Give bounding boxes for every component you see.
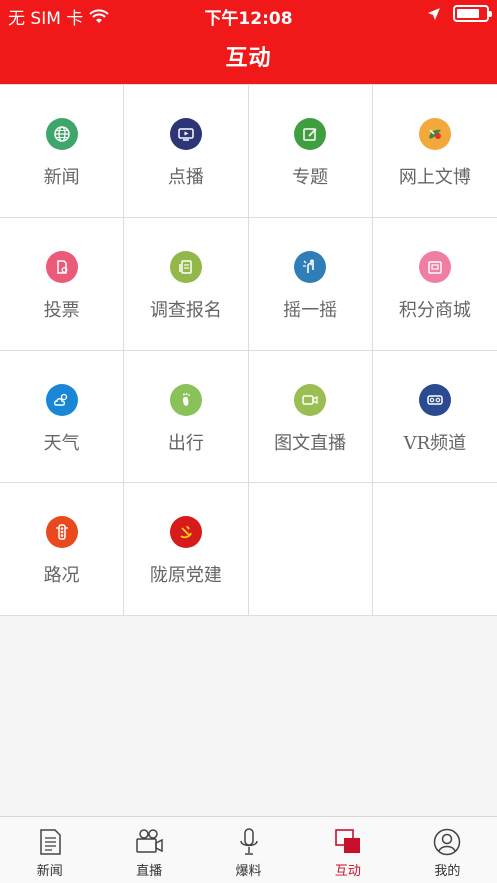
- grid-item-label: 路况: [43, 565, 80, 587]
- grid-item-label: VR频道: [403, 432, 467, 454]
- grid-empty-cell: [372, 483, 497, 616]
- grid-item-news[interactable]: 新闻: [0, 85, 125, 218]
- status-right: [427, 5, 492, 22]
- grid-item-traffic[interactable]: 路况: [0, 483, 125, 616]
- battery-icon: [453, 5, 492, 22]
- tab-interaction[interactable]: 互动: [298, 817, 397, 883]
- grid-item-photo-live[interactable]: 图文直播: [248, 350, 373, 484]
- artifact-icon: [418, 118, 451, 150]
- grid-item-online-museum[interactable]: 网上文博: [372, 85, 497, 218]
- grid-item-label: 新闻: [43, 167, 80, 188]
- grid-item-label: 图文直播: [274, 432, 347, 454]
- tab-label: 新闻: [36, 864, 63, 879]
- edit-icon: [294, 118, 327, 150]
- grid-item-party-building[interactable]: 陇原党建: [124, 483, 249, 616]
- grid-item-label: 专题: [292, 167, 329, 188]
- grid-item-points-mall[interactable]: 积分商城: [372, 218, 497, 351]
- grid-item-label: 天气: [43, 432, 80, 454]
- grid-item-label: 网上文博: [398, 167, 471, 188]
- profile-icon: [434, 828, 461, 856]
- shake-icon: [294, 250, 327, 283]
- weather-icon: [45, 383, 78, 416]
- feature-grid: 新闻 点播 专题 网上文博 投票 调查报名 摇一摇 积分商城 天气 出行 图文直…: [0, 84, 497, 616]
- grid-item-topics[interactable]: 专题: [248, 85, 373, 218]
- vr-headset-icon: [418, 383, 451, 416]
- tab-live[interactable]: 直播: [99, 817, 198, 883]
- status-time: 下午12:08: [204, 9, 293, 29]
- tab-bar: 新闻 直播 爆料 互动 我的: [0, 816, 497, 883]
- grid-item-label: 投票: [43, 299, 80, 321]
- mall-icon: [418, 250, 451, 283]
- nav-bar: 互动: [0, 28, 497, 84]
- tab-label: 直播: [136, 864, 163, 879]
- footprint-icon: [169, 383, 202, 416]
- tab-label: 互动: [334, 864, 361, 879]
- tab-report[interactable]: 爆料: [199, 817, 298, 883]
- page-title: 互动: [225, 46, 272, 71]
- grid-item-label: 积分商城: [398, 299, 471, 321]
- movie-camera-icon: [136, 829, 163, 853]
- tv-play-icon: [169, 118, 202, 150]
- grid-item-label: 摇一摇: [283, 299, 338, 321]
- grid-item-label: 点播: [167, 167, 204, 188]
- grid-item-vr[interactable]: VR频道: [372, 351, 497, 484]
- grid-item-label: 陇原党建: [149, 565, 222, 587]
- grid-item-shake[interactable]: 摇一摇: [248, 217, 373, 351]
- tab-label: 爆料: [235, 864, 262, 879]
- grid-item-label: 调查报名: [149, 299, 222, 321]
- grid-item-travel[interactable]: 出行: [124, 350, 249, 484]
- video-camera-icon: [294, 383, 327, 416]
- globe-icon: [45, 118, 78, 150]
- interaction-icon: [335, 829, 360, 853]
- vote-icon: [45, 250, 78, 283]
- survey-icon: [169, 250, 202, 283]
- grid-item-survey[interactable]: 调查报名: [124, 217, 249, 351]
- microphone-icon: [239, 828, 258, 855]
- tab-label: 我的: [434, 864, 461, 879]
- grid-empty-cell: [248, 483, 373, 616]
- tab-news[interactable]: 新闻: [0, 817, 99, 883]
- location-arrow-icon: [428, 7, 440, 20]
- battery-level: [457, 9, 479, 18]
- newspaper-icon: [39, 829, 61, 855]
- grid-item-vod[interactable]: 点播: [124, 85, 249, 218]
- grid-item-label: 出行: [167, 432, 204, 454]
- grid-item-weather[interactable]: 天气: [0, 350, 125, 484]
- tab-profile[interactable]: 我的: [398, 817, 497, 883]
- status-bar: 无 SIM 卡 下午12:08: [0, 0, 497, 29]
- party-emblem-icon: [169, 516, 202, 549]
- traffic-light-icon: [45, 516, 78, 549]
- grid-item-vote[interactable]: 投票: [0, 217, 125, 351]
